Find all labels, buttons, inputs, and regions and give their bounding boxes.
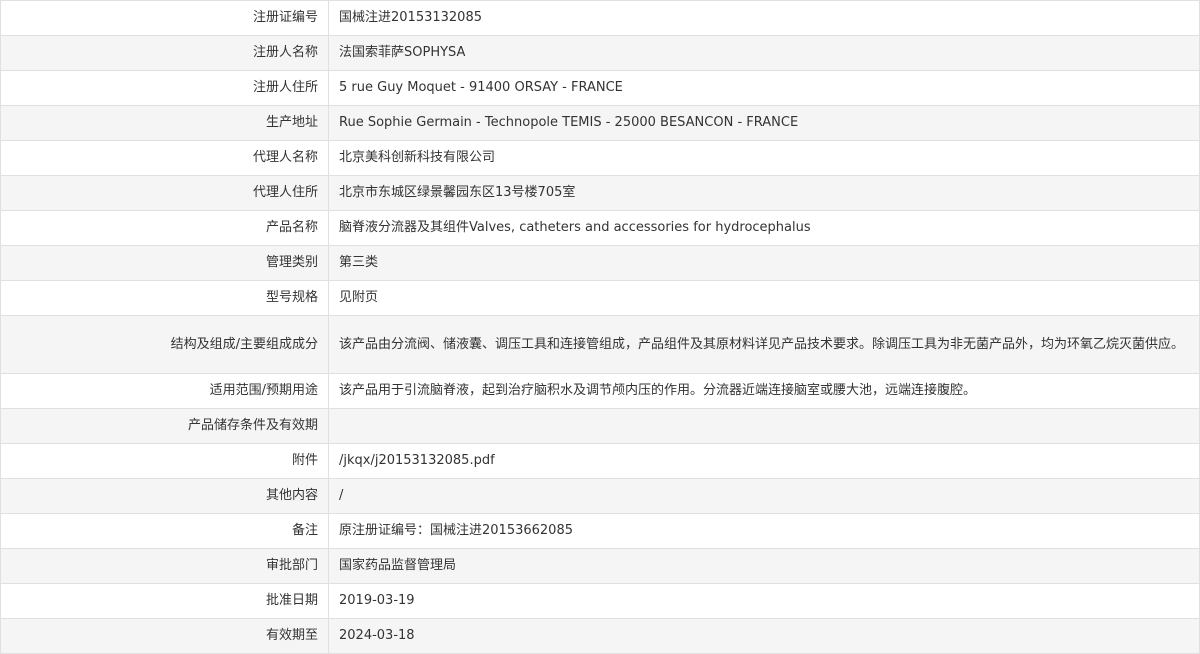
- row-value: 原注册证编号：国械注进20153662085: [328, 513, 1200, 549]
- table-row: 产品名称 脑脊液分流器及其组件Valves, catheters and acc…: [0, 210, 1200, 246]
- registration-detail-table: 注册证编号 国械注进20153132085 注册人名称 法国索菲萨SOPHYSA…: [0, 0, 1200, 654]
- row-label: 备注: [0, 513, 329, 549]
- row-value: 国家药品监督管理局: [328, 548, 1200, 584]
- table-row: 其他内容 /: [0, 478, 1200, 514]
- row-value: 北京市东城区绿景馨园东区13号楼705室: [328, 175, 1200, 211]
- table-row: 审批部门 国家药品监督管理局: [0, 548, 1200, 584]
- row-label: 产品名称: [0, 210, 329, 246]
- row-label: 适用范围/预期用途: [0, 373, 329, 409]
- row-value: 2024-03-18: [328, 618, 1200, 654]
- table-row: 有效期至 2024-03-18: [0, 618, 1200, 654]
- row-value: 脑脊液分流器及其组件Valves, catheters and accessor…: [328, 210, 1200, 246]
- row-value: 2019-03-19: [328, 583, 1200, 619]
- row-value: 该产品用于引流脑脊液，起到治疗脑积水及调节颅内压的作用。分流器近端连接脑室或腰大…: [328, 373, 1200, 409]
- row-label: 生产地址: [0, 105, 329, 141]
- row-value: 法国索菲萨SOPHYSA: [328, 35, 1200, 71]
- row-value: [328, 408, 1200, 444]
- table-row: 代理人名称 北京美科创新科技有限公司: [0, 140, 1200, 176]
- table-row: 注册人名称 法国索菲萨SOPHYSA: [0, 35, 1200, 71]
- row-label: 代理人名称: [0, 140, 329, 176]
- table-row: 注册人住所 5 rue Guy Moquet - 91400 ORSAY - F…: [0, 70, 1200, 106]
- row-label: 结构及组成/主要组成成分: [0, 315, 329, 374]
- row-label: 产品储存条件及有效期: [0, 408, 329, 444]
- row-label: 代理人住所: [0, 175, 329, 211]
- row-label: 批准日期: [0, 583, 329, 619]
- row-label: 注册证编号: [0, 0, 329, 36]
- row-label: 管理类别: [0, 245, 329, 281]
- attachment-link[interactable]: /jkqx/j20153132085.pdf: [328, 443, 1200, 479]
- row-value: 该产品由分流阀、储液囊、调压工具和连接管组成，产品组件及其原材料详见产品技术要求…: [328, 315, 1200, 374]
- table-row: 注册证编号 国械注进20153132085: [0, 0, 1200, 36]
- row-value: 国械注进20153132085: [328, 0, 1200, 36]
- row-label: 审批部门: [0, 548, 329, 584]
- table-row: 结构及组成/主要组成成分 该产品由分流阀、储液囊、调压工具和连接管组成，产品组件…: [0, 315, 1200, 374]
- table-row: 型号规格 见附页: [0, 280, 1200, 316]
- row-label: 其他内容: [0, 478, 329, 514]
- row-label: 型号规格: [0, 280, 329, 316]
- row-label: 注册人住所: [0, 70, 329, 106]
- row-value: 5 rue Guy Moquet - 91400 ORSAY - FRANCE: [328, 70, 1200, 106]
- row-value: Rue Sophie Germain - Technopole TEMIS - …: [328, 105, 1200, 141]
- row-label: 有效期至: [0, 618, 329, 654]
- table-row: 备注 原注册证编号：国械注进20153662085: [0, 513, 1200, 549]
- table-row: 适用范围/预期用途 该产品用于引流脑脊液，起到治疗脑积水及调节颅内压的作用。分流…: [0, 373, 1200, 409]
- table-row: 批准日期 2019-03-19: [0, 583, 1200, 619]
- row-label: 注册人名称: [0, 35, 329, 71]
- row-value: 北京美科创新科技有限公司: [328, 140, 1200, 176]
- row-value: 见附页: [328, 280, 1200, 316]
- table-row: 生产地址 Rue Sophie Germain - Technopole TEM…: [0, 105, 1200, 141]
- table-row: 代理人住所 北京市东城区绿景馨园东区13号楼705室: [0, 175, 1200, 211]
- row-value: 第三类: [328, 245, 1200, 281]
- row-value: /: [328, 478, 1200, 514]
- table-row: 管理类别 第三类: [0, 245, 1200, 281]
- table-row: 附件 /jkqx/j20153132085.pdf: [0, 443, 1200, 479]
- table-row: 产品储存条件及有效期: [0, 408, 1200, 444]
- row-label: 附件: [0, 443, 329, 479]
